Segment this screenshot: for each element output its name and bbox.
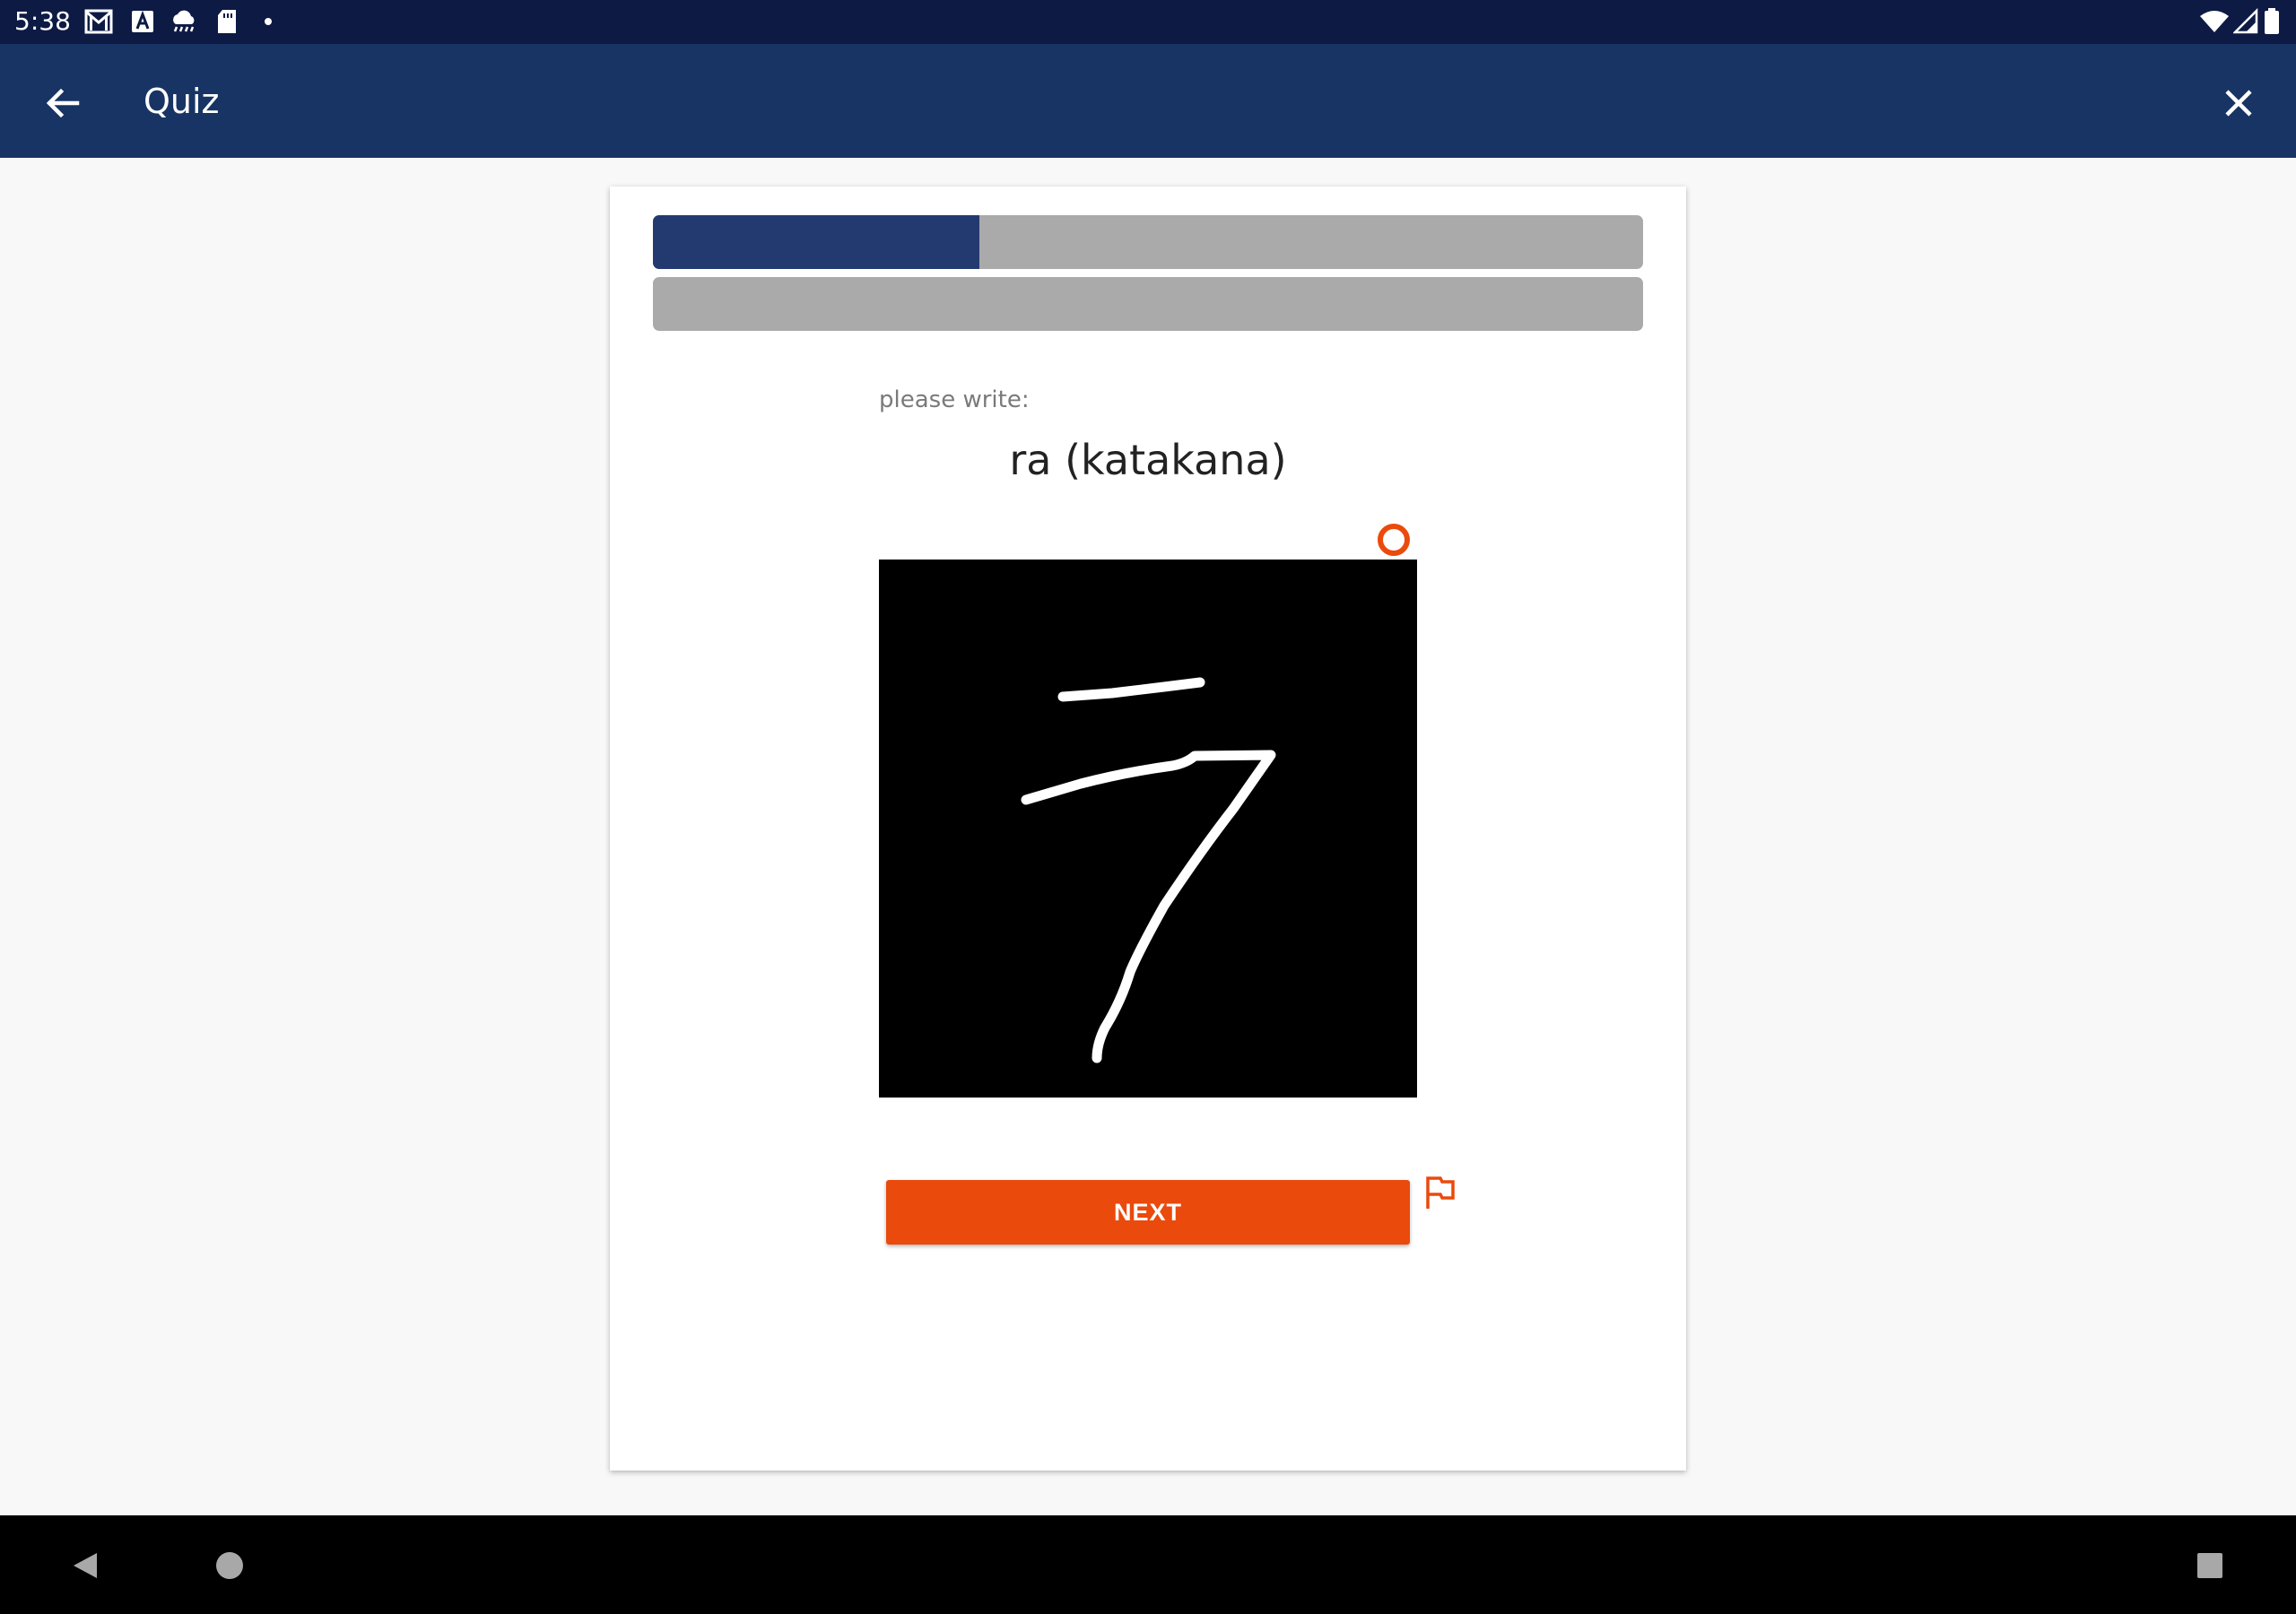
signal-icon xyxy=(2231,7,2258,39)
nav-home-button[interactable] xyxy=(215,1548,251,1584)
app-bar: Quiz xyxy=(0,44,2296,158)
quiz-progress-fill xyxy=(653,215,980,269)
drawing-canvas[interactable] xyxy=(879,560,1417,1098)
navigation-bar xyxy=(0,1515,2296,1614)
wifi-icon xyxy=(2199,8,2230,39)
prompt-label: please write: xyxy=(879,386,1030,413)
a-icon xyxy=(131,8,154,39)
back-button[interactable] xyxy=(36,76,90,130)
secondary-progress-bar xyxy=(653,277,1643,331)
nav-back-button[interactable] xyxy=(68,1548,104,1584)
prompt-text: ra (katakana) xyxy=(1009,436,1287,484)
canvas-indicator-button[interactable] xyxy=(1376,522,1412,558)
page-title: Quiz xyxy=(144,82,220,121)
dot-icon xyxy=(262,8,274,39)
handwriting-stroke xyxy=(1057,677,1205,702)
sd-card-icon xyxy=(215,8,239,39)
status-time: 5:38 xyxy=(14,6,71,36)
battery-icon xyxy=(2264,8,2280,39)
nav-home-icon xyxy=(216,1552,243,1579)
weather-icon xyxy=(169,8,199,39)
circle-outline-icon xyxy=(1378,524,1410,556)
gmail-icon xyxy=(84,8,113,39)
nav-recents-icon xyxy=(2197,1553,2222,1578)
close-icon xyxy=(2225,90,2252,117)
quiz-card: please write: ra (katakana) NEXT xyxy=(610,187,1686,1471)
close-button[interactable] xyxy=(2212,76,2266,130)
arrow-back-icon xyxy=(46,88,80,118)
quiz-progress-bar xyxy=(653,215,1643,269)
handwriting-strokes xyxy=(1021,677,1276,1063)
handwriting-stroke xyxy=(1021,750,1276,1063)
nav-back-icon xyxy=(74,1553,97,1578)
nav-recents-button[interactable] xyxy=(2194,1549,2226,1582)
next-button[interactable]: NEXT xyxy=(886,1180,1410,1245)
status-bar: 5:38 xyxy=(0,0,2296,44)
flag-button[interactable] xyxy=(1421,1173,1460,1212)
flag-icon xyxy=(1426,1176,1455,1209)
